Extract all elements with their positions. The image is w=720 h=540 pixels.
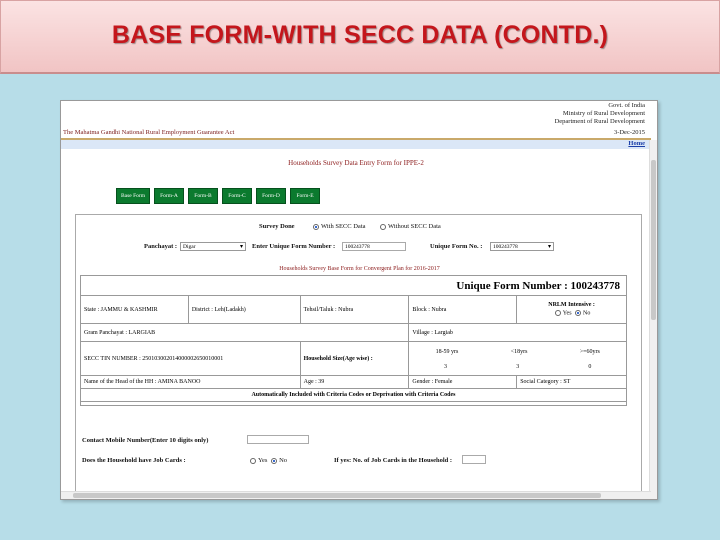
age-head: <18yrs — [510, 349, 528, 355]
horizontal-scrollbar[interactable] — [61, 491, 651, 499]
home-link[interactable]: Home — [628, 140, 645, 147]
table-row: Unique Form Number : 100243778 — [80, 275, 627, 296]
village-cell: Village : Largiab — [408, 323, 627, 342]
form-tabs: Base Form Form-A Form-B Form-C Form-D Fo… — [116, 188, 320, 204]
scroll-thumb[interactable] — [73, 493, 601, 498]
table-row: State : JAMMU & KASHMIR District : Leh(L… — [80, 295, 627, 324]
spacer-cell — [80, 401, 627, 406]
unique-form-number-banner: Unique Form Number : 100243778 — [80, 275, 627, 296]
page-title: Households Survey Data Entry Form for IP… — [288, 159, 424, 167]
unique-select-value: 100243778 — [493, 244, 518, 250]
unique-entry-value: 100243778 — [345, 244, 370, 250]
nrlm-options: Yes No — [520, 310, 623, 317]
gov-info: Govt. of India Ministry of Rural Develop… — [555, 102, 645, 126]
nrlm-cell: NRLM Intensive : Yes No — [516, 295, 627, 324]
site-header: Govt. of India Ministry of Rural Develop… — [61, 101, 651, 139]
tab-base-form[interactable]: Base Form — [116, 188, 150, 204]
slide-title: BASE FORM-WITH SECC DATA (CONTD.) — [111, 21, 609, 49]
age-head: >=60yrs — [579, 349, 600, 355]
radio-empty-icon[interactable] — [380, 223, 386, 230]
household-table: Unique Form Number : 100243778 State : J… — [79, 275, 627, 406]
radio-empty-icon[interactable] — [554, 310, 561, 317]
age-cell: Age : 39 — [299, 375, 410, 389]
vertical-scrollbar[interactable] — [649, 140, 657, 499]
age-value: 0 — [588, 364, 592, 370]
tab-form-d[interactable]: Form-D — [256, 188, 286, 204]
unique-select-label: Unique Form No. : — [430, 243, 483, 250]
state-cell: State : JAMMU & KASHMIR — [80, 295, 189, 324]
nrlm-no-label: No — [583, 310, 591, 317]
gram-panchayat-cell: Gram Panchayat : LARGIAB — [79, 323, 410, 342]
secc-tin-cell: SECC TIN NUMBER : 2501030020140000026500… — [80, 341, 301, 376]
slide-banner: BASE FORM-WITH SECC DATA (CONTD.) — [0, 0, 720, 74]
panchayat-value: Digar — [183, 244, 196, 250]
job-cards-count-input[interactable] — [462, 455, 486, 464]
act-title: The Mahatma Gandhi National Rural Employ… — [63, 129, 235, 136]
survey-without-secc-option[interactable]: Without SECC Data — [378, 223, 441, 230]
job-cards-label: Does the Household have Job Cards : — [82, 457, 186, 464]
auto-included-cell: Automatically Included with Criteria Cod… — [80, 388, 627, 402]
tab-form-c[interactable]: Form-C — [222, 188, 252, 204]
unique-form-number-input[interactable]: 100243778 — [342, 242, 406, 251]
scroll-thumb[interactable] — [651, 160, 656, 320]
gov-line: Department of Rural Development — [554, 118, 645, 125]
survey-done-label: Survey Done — [259, 223, 295, 230]
job-cards-yes-label: Yes — [258, 457, 268, 464]
radio-selected-icon[interactable] — [271, 457, 278, 464]
radio-selected-icon[interactable] — [575, 310, 582, 317]
unique-entry-label: Enter Unique Form Number : — [252, 243, 336, 250]
age-headers: 18-59 yrs <18yrs >=60yrs — [409, 347, 626, 355]
survey-with-secc-label: With SECC Data — [321, 223, 366, 230]
age-value: 3 — [516, 364, 520, 370]
table-row: Gram Panchayat : LARGIAB Village : Largi… — [79, 323, 627, 342]
contact-label: Contact Mobile Number(Enter 10 digits on… — [82, 437, 209, 444]
panchayat-label: Panchayat : — [144, 243, 178, 250]
form-screenshot: Govt. of India Ministry of Rural Develop… — [60, 100, 658, 500]
contact-mobile-input[interactable] — [247, 435, 309, 444]
tab-form-a[interactable]: Form-A — [154, 188, 184, 204]
chevron-down-icon: ▾ — [239, 244, 243, 250]
social-category-cell: Social Category : ST — [516, 375, 627, 389]
panchayat-select[interactable]: Digar ▾ — [180, 242, 246, 251]
base-form-panel: Survey Done With SECC Data Without SECC … — [75, 214, 642, 494]
table-row — [80, 401, 627, 406]
radio-selected-icon[interactable] — [313, 223, 319, 230]
header-date: 3-Dec-2015 — [613, 129, 645, 136]
gov-line: Ministry of Rural Development — [562, 110, 645, 117]
job-cards-count-label: If yes: No. of Job Cards in the Househol… — [334, 457, 453, 464]
survey-with-secc-option[interactable]: With SECC Data — [311, 223, 366, 230]
radio-empty-icon[interactable] — [250, 457, 256, 464]
chevron-down-icon: ▾ — [547, 244, 551, 250]
block-cell: Block : Nubra — [408, 295, 518, 324]
table-row: Name of the Head of the HH : AMINA BANOO… — [80, 375, 627, 389]
tab-form-b[interactable]: Form-B — [188, 188, 218, 204]
table-row: Automatically Included with Criteria Cod… — [80, 388, 627, 402]
job-cards-options: Yes No — [248, 457, 287, 464]
unique-form-select[interactable]: 100243778 ▾ — [490, 242, 554, 251]
age-head: 18-59 yrs — [435, 349, 459, 355]
base-form-subheading: Households Survey Base Form for Converge… — [279, 266, 440, 272]
nrlm-yes-label: Yes — [562, 310, 572, 317]
head-name-cell: Name of the Head of the HH : AMINA BANOO — [80, 375, 301, 389]
age-value: 3 — [444, 364, 448, 370]
table-row: SECC TIN NUMBER : 2501030020140000026500… — [80, 341, 627, 376]
gov-line: Govt. of India — [608, 102, 645, 109]
household-size-cell: 18-59 yrs <18yrs >=60yrs 3 3 0 — [408, 341, 627, 376]
district-cell: District : Leh(Ladakh) — [187, 295, 301, 324]
household-size-label-cell: Household Size(Age wise) : — [299, 341, 410, 376]
age-values: 3 3 0 — [409, 355, 626, 370]
job-cards-no-label: No — [279, 457, 288, 464]
gender-cell: Gender : Female — [408, 375, 518, 389]
nrlm-label: NRLM Intensive : — [548, 302, 595, 309]
tehsil-cell: Tehsil/Taluk : Nubra — [299, 295, 410, 324]
survey-without-secc-label: Without SECC Data — [388, 223, 441, 230]
tab-form-e[interactable]: Form-E — [290, 188, 320, 204]
home-bar: Home — [61, 140, 651, 149]
